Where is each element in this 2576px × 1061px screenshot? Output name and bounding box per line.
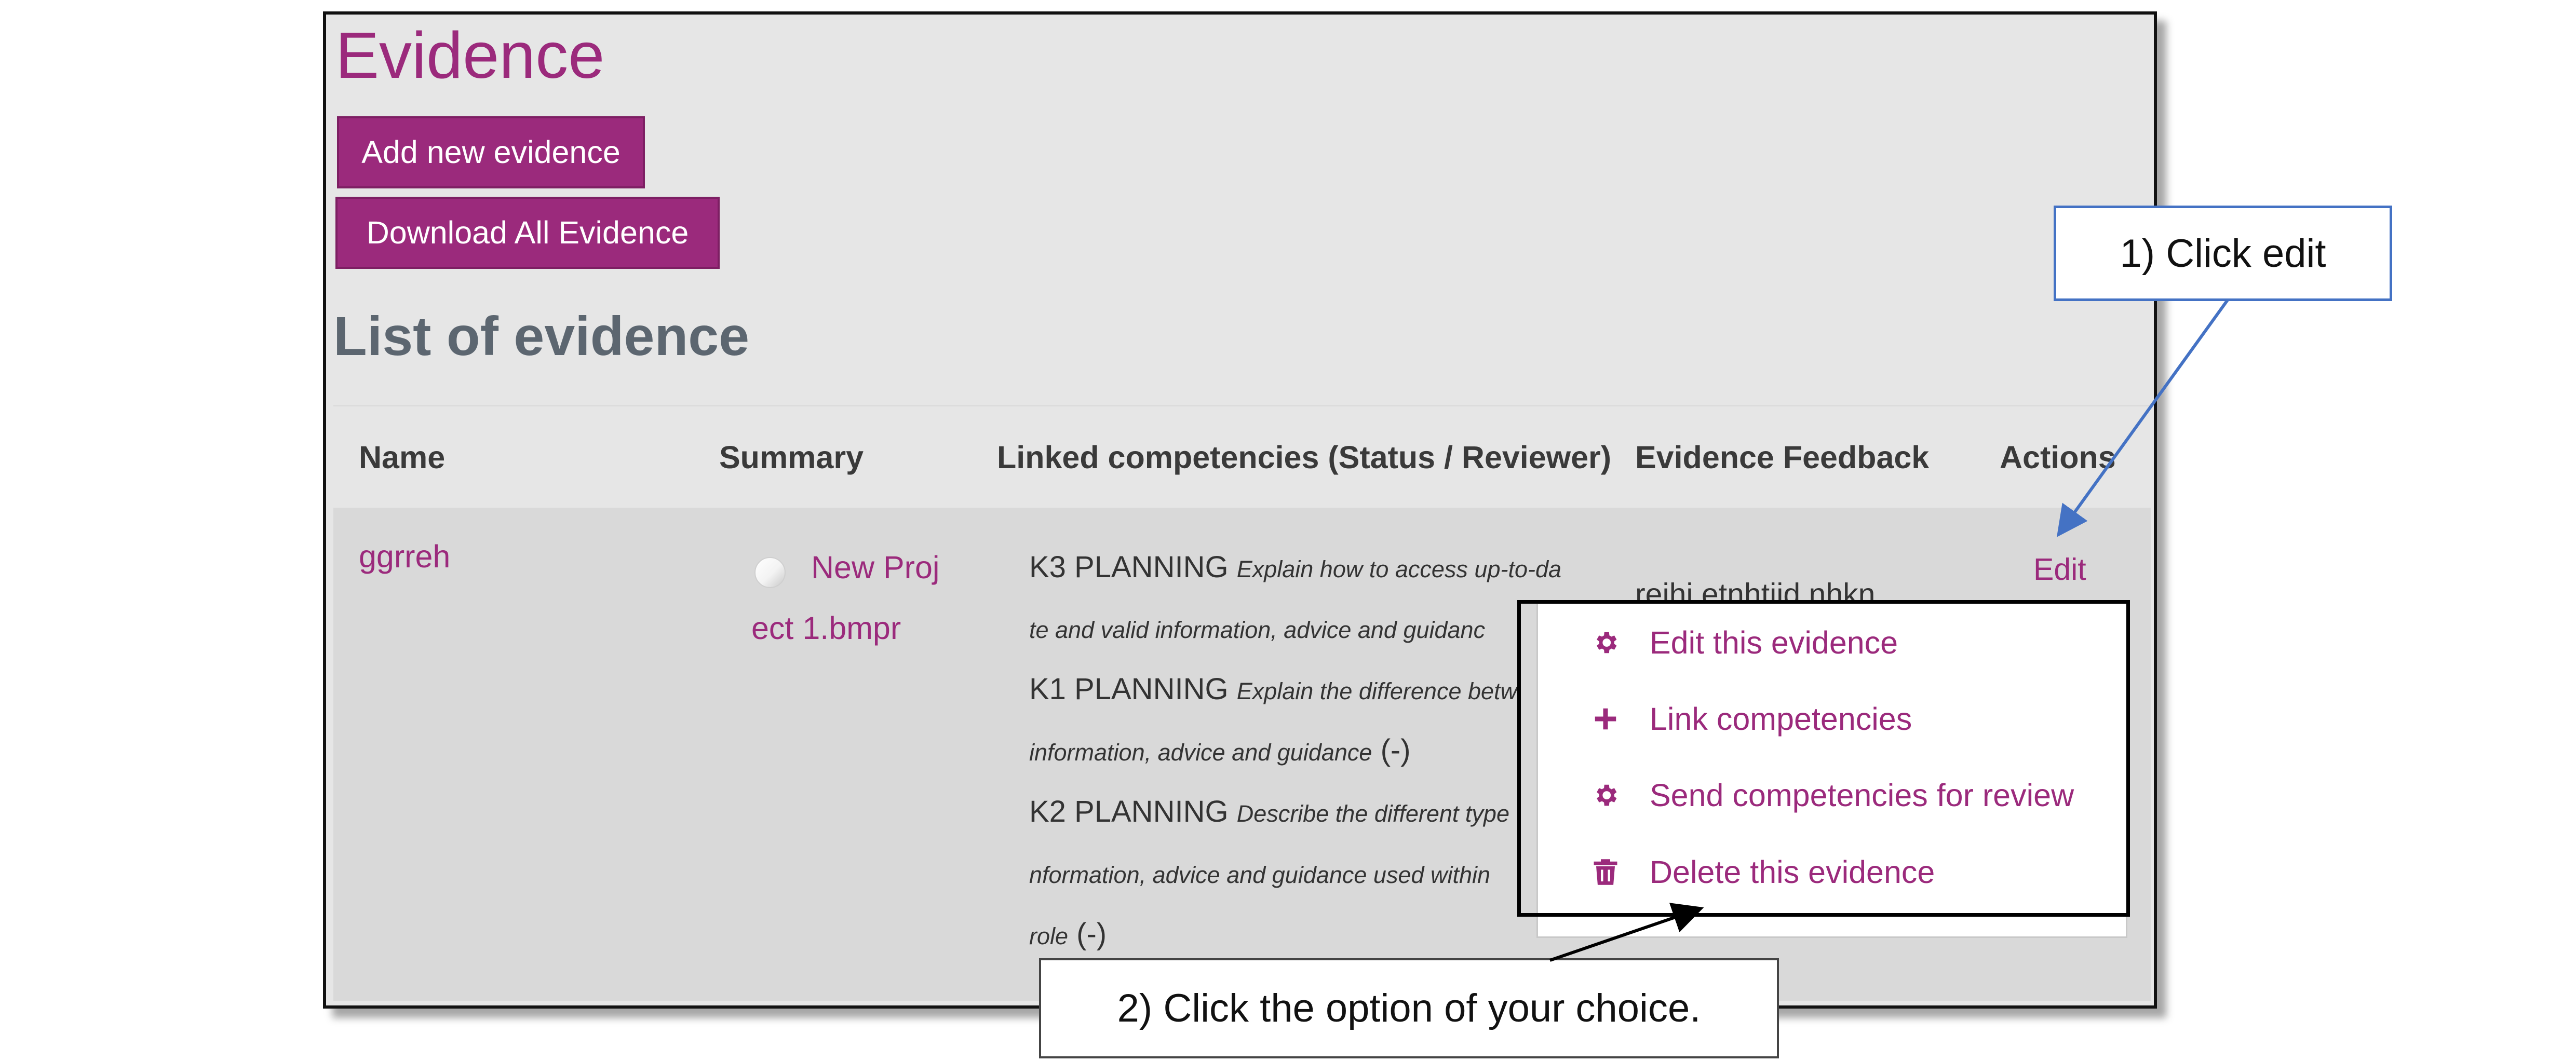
arrow-to-menu [1549,903,1704,962]
arrow-to-edit [2056,299,2229,537]
annotation-arrows [1549,299,2229,962]
